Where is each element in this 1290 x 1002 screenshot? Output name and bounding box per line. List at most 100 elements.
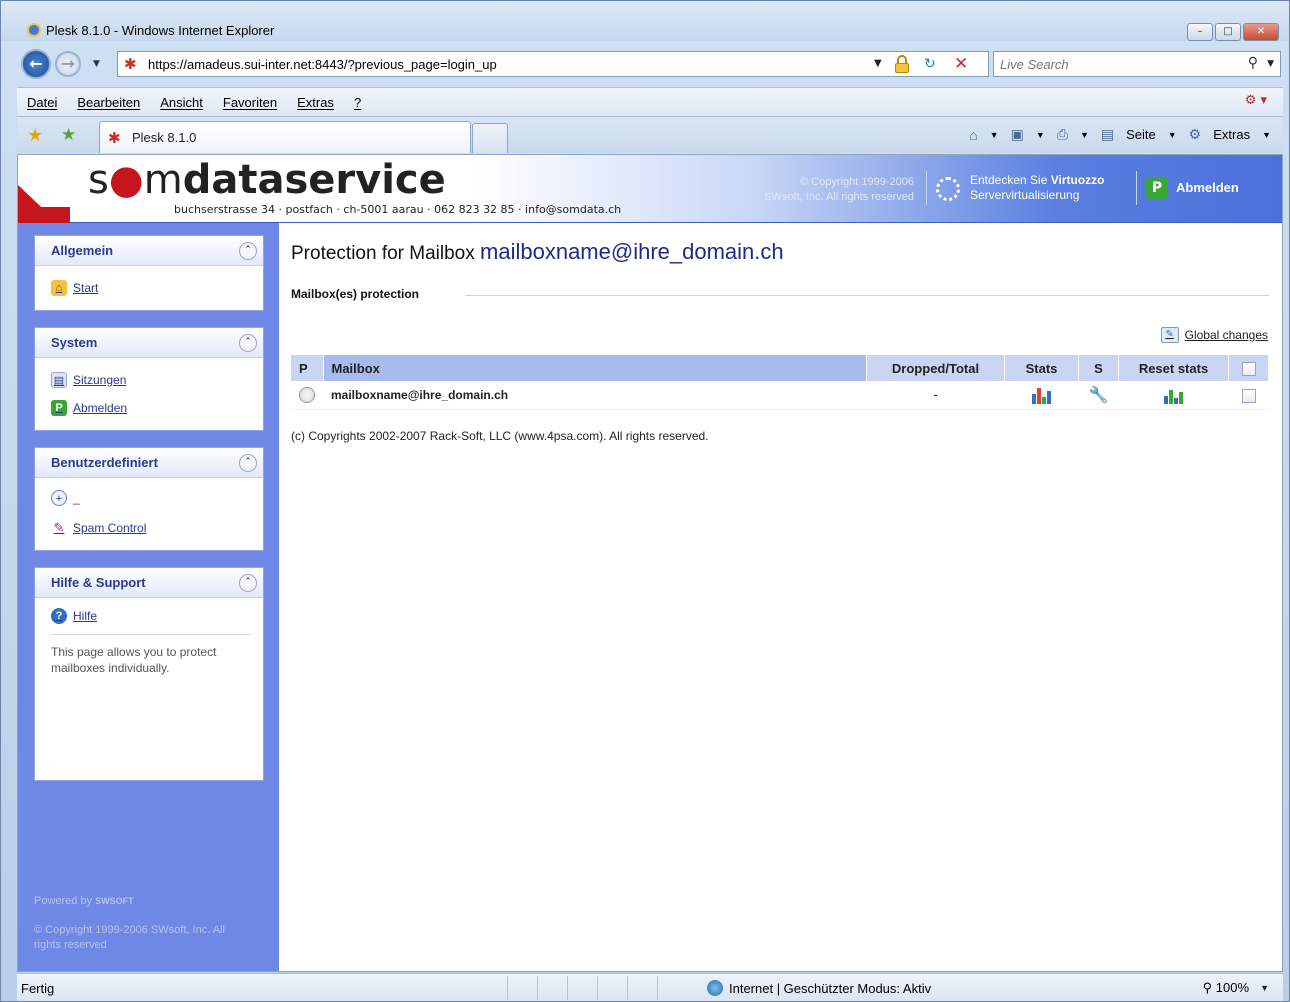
home-icon[interactable]: ⌂ <box>969 127 977 143</box>
search-box[interactable]: ⚲ ▼ <box>993 51 1281 77</box>
sidebar: Allgemein ⌃ ⌂ Start System ⌃ ▤ Sitzungen <box>18 223 279 971</box>
virtuozzo-promo[interactable]: Entdecken Sie Virtuozzo Servervirtualisi… <box>936 173 1136 207</box>
search-input[interactable] <box>1000 57 1230 72</box>
page-title-prefix: Protection for Mailbox <box>291 243 481 264</box>
menu-help[interactable]: ? <box>354 95 361 110</box>
print-icon[interactable]: ⎙ <box>1057 126 1068 143</box>
reset-stats-icon[interactable] <box>1164 386 1183 404</box>
virtuozzo-name: Virtuozzo <box>1050 173 1105 187</box>
virtuozzo-line1: Entdecken Sie <box>970 173 1051 187</box>
zoom-dropdown-icon[interactable]: ▼ <box>1260 983 1269 993</box>
menu-datei[interactable]: Datei <box>27 95 57 110</box>
security-zone[interactable]: Internet | Geschützter Modus: Aktiv <box>707 980 931 996</box>
zoom-value: 100% <box>1215 980 1249 995</box>
sidebar-item-start[interactable]: ⌂ Start <box>51 280 98 296</box>
virtuozzo-icon <box>936 177 960 201</box>
refresh-icon[interactable]: ↻ <box>924 56 936 72</box>
maximize-button[interactable]: □ <box>1215 23 1241 41</box>
sidebar-item-hilfe[interactable]: ? Hilfe <box>51 608 97 624</box>
tab-label: Plesk 8.1.0 <box>132 130 197 145</box>
address-url[interactable]: https://amadeus.sui-inter.net:8443/?prev… <box>148 57 497 72</box>
search-icon[interactable]: ⚲ <box>1248 55 1258 71</box>
panel-allgemein: Allgemein ⌃ ⌂ Start <box>34 235 264 311</box>
tab-plesk[interactable]: ✱ Plesk 8.1.0 <box>99 121 471 153</box>
menu-extras[interactable]: Extras <box>297 95 334 110</box>
page-dropdown-icon[interactable]: ▼ <box>1168 130 1177 140</box>
stop-icon[interactable]: ✕ <box>954 54 968 74</box>
navigation-row: ← → ▼ ✱ https://amadeus.sui-inter.net:84… <box>17 47 1283 81</box>
menu-bar: Datei Bearbeiten Ansicht Favoriten Extra… <box>17 87 1283 117</box>
global-changes-link[interactable]: ✎ Global changes <box>1160 327 1268 343</box>
lock-icon[interactable] <box>894 55 910 73</box>
address-bar[interactable]: ✱ https://amadeus.sui-inter.net:8443/?pr… <box>117 51 989 77</box>
col-stats: Stats <box>1004 355 1079 381</box>
home-icon: ⌂ <box>51 280 67 296</box>
sidebar-item-abmelden[interactable]: P Abmelden <box>51 400 127 416</box>
sidebar-item-spam-control[interactable]: ✎ Spam Control <box>51 520 147 536</box>
forward-button[interactable]: → <box>55 51 81 77</box>
header-copyright: © Copyright 1999-2006 SWsoft, Inc. All r… <box>718 175 914 205</box>
header-separator <box>926 171 927 205</box>
collapse-icon[interactable]: ⌃ <box>239 242 257 260</box>
virtuozzo-line2: Servervirtualisierung <box>970 188 1080 202</box>
recent-pages-dropdown-icon[interactable]: ▼ <box>93 59 100 69</box>
panel-benutzerdefiniert: Benutzerdefiniert ⌃ + _ ✎ Spam Control <box>34 447 264 551</box>
collapse-icon[interactable]: ⌃ <box>239 574 257 592</box>
row-select-cell <box>1228 381 1269 410</box>
title-bar: Plesk 8.1.0 - Windows Internet Explorer … <box>1 1 1289 41</box>
minimize-button[interactable]: – <box>1187 23 1213 41</box>
sidebar-item-label: Abmelden <box>73 401 128 415</box>
col-mailbox[interactable]: Mailbox <box>323 355 867 381</box>
table-row: mailboxname@ihre_domain.ch - 🔧 <box>291 381 1269 410</box>
protection-status-icon[interactable] <box>299 387 315 404</box>
panel-title: System <box>51 335 98 350</box>
sidebar-copyright: © Copyright 1999-2006 SWsoft, Inc. All r… <box>34 924 225 951</box>
menu-ansicht[interactable]: Ansicht <box>160 95 203 110</box>
global-changes-icon: ✎ <box>1160 327 1179 343</box>
page-title-mailbox: mailboxname@ihre_domain.ch <box>480 239 784 264</box>
page-menu[interactable]: Seite <box>1126 127 1156 142</box>
menu-bearbeiten[interactable]: Bearbeiten <box>77 95 140 110</box>
window-title: Plesk 8.1.0 - Windows Internet Explorer <box>46 23 275 38</box>
dropped-total-cell: - <box>866 381 1005 410</box>
col-s: S <box>1078 355 1119 381</box>
row-checkbox[interactable] <box>1241 388 1256 403</box>
feeds-dropdown-icon[interactable]: ▼ <box>1036 130 1045 140</box>
feeds-icon[interactable]: ▣ <box>1011 126 1024 143</box>
select-all-checkbox[interactable] <box>1241 361 1256 376</box>
collapse-icon[interactable]: ⌃ <box>239 454 257 472</box>
ie-logo-icon <box>27 23 41 37</box>
back-button[interactable]: ← <box>21 49 51 79</box>
new-tab-button[interactable] <box>472 123 508 153</box>
tools-icon: ⚙ <box>1188 126 1202 142</box>
print-dropdown-icon[interactable]: ▼ <box>1080 130 1089 140</box>
collapse-icon[interactable]: ⌃ <box>239 334 257 352</box>
panel-title: Benutzerdefiniert <box>51 455 158 470</box>
close-button[interactable]: ✕ <box>1243 23 1279 41</box>
tab-row: ★ ★ ✱ Plesk 8.1.0 ⌂ ▼ ▣ ▼ ⎙ ▼ ▤ Seite ▼ ⚙ Ex… <box>17 117 1283 153</box>
sidebar-item-custom-button[interactable]: + _ <box>51 490 80 506</box>
translate-icon[interactable]: ⚙ ▾ <box>1245 93 1267 108</box>
panel-hilfe-support: Hilfe & Support ⌃ ? Hilfe This page allo… <box>34 567 264 781</box>
page-title: Protection for Mailbox mailboxname@ihre_… <box>291 239 784 265</box>
panel-header: Benutzerdefiniert ⌃ <box>35 448 263 478</box>
search-dropdown-icon[interactable]: ▼ <box>1267 59 1274 69</box>
menu-favoriten[interactable]: Favoriten <box>223 95 277 110</box>
col-dropped-total[interactable]: Dropped/Total <box>866 355 1005 381</box>
favorites-star-icon[interactable]: ★ <box>27 125 43 146</box>
logo-red-bar <box>18 207 70 223</box>
address-dropdown-icon[interactable]: ▼ <box>874 58 882 69</box>
tools-dropdown-icon[interactable]: ▼ <box>1262 130 1271 140</box>
site-logo: s●mdataservice <box>88 157 446 203</box>
status-bar: Fertig Internet | Geschützter Modus: Akt… <box>17 973 1283 1001</box>
site-favicon-icon: ✱ <box>124 55 137 73</box>
wrench-icon[interactable]: 🔧 <box>1089 387 1109 404</box>
sidebar-item-sitzungen[interactable]: ▤ Sitzungen <box>51 372 126 388</box>
add-favorites-icon[interactable]: ★ <box>61 125 76 145</box>
zoom-level[interactable]: ⚲ 100% <box>1203 980 1249 996</box>
col-p[interactable]: P <box>291 355 324 381</box>
home-dropdown-icon[interactable]: ▼ <box>990 130 999 140</box>
panel-divider <box>51 634 251 635</box>
tools-menu[interactable]: Extras <box>1213 127 1250 142</box>
stats-chart-icon[interactable] <box>1032 386 1051 404</box>
